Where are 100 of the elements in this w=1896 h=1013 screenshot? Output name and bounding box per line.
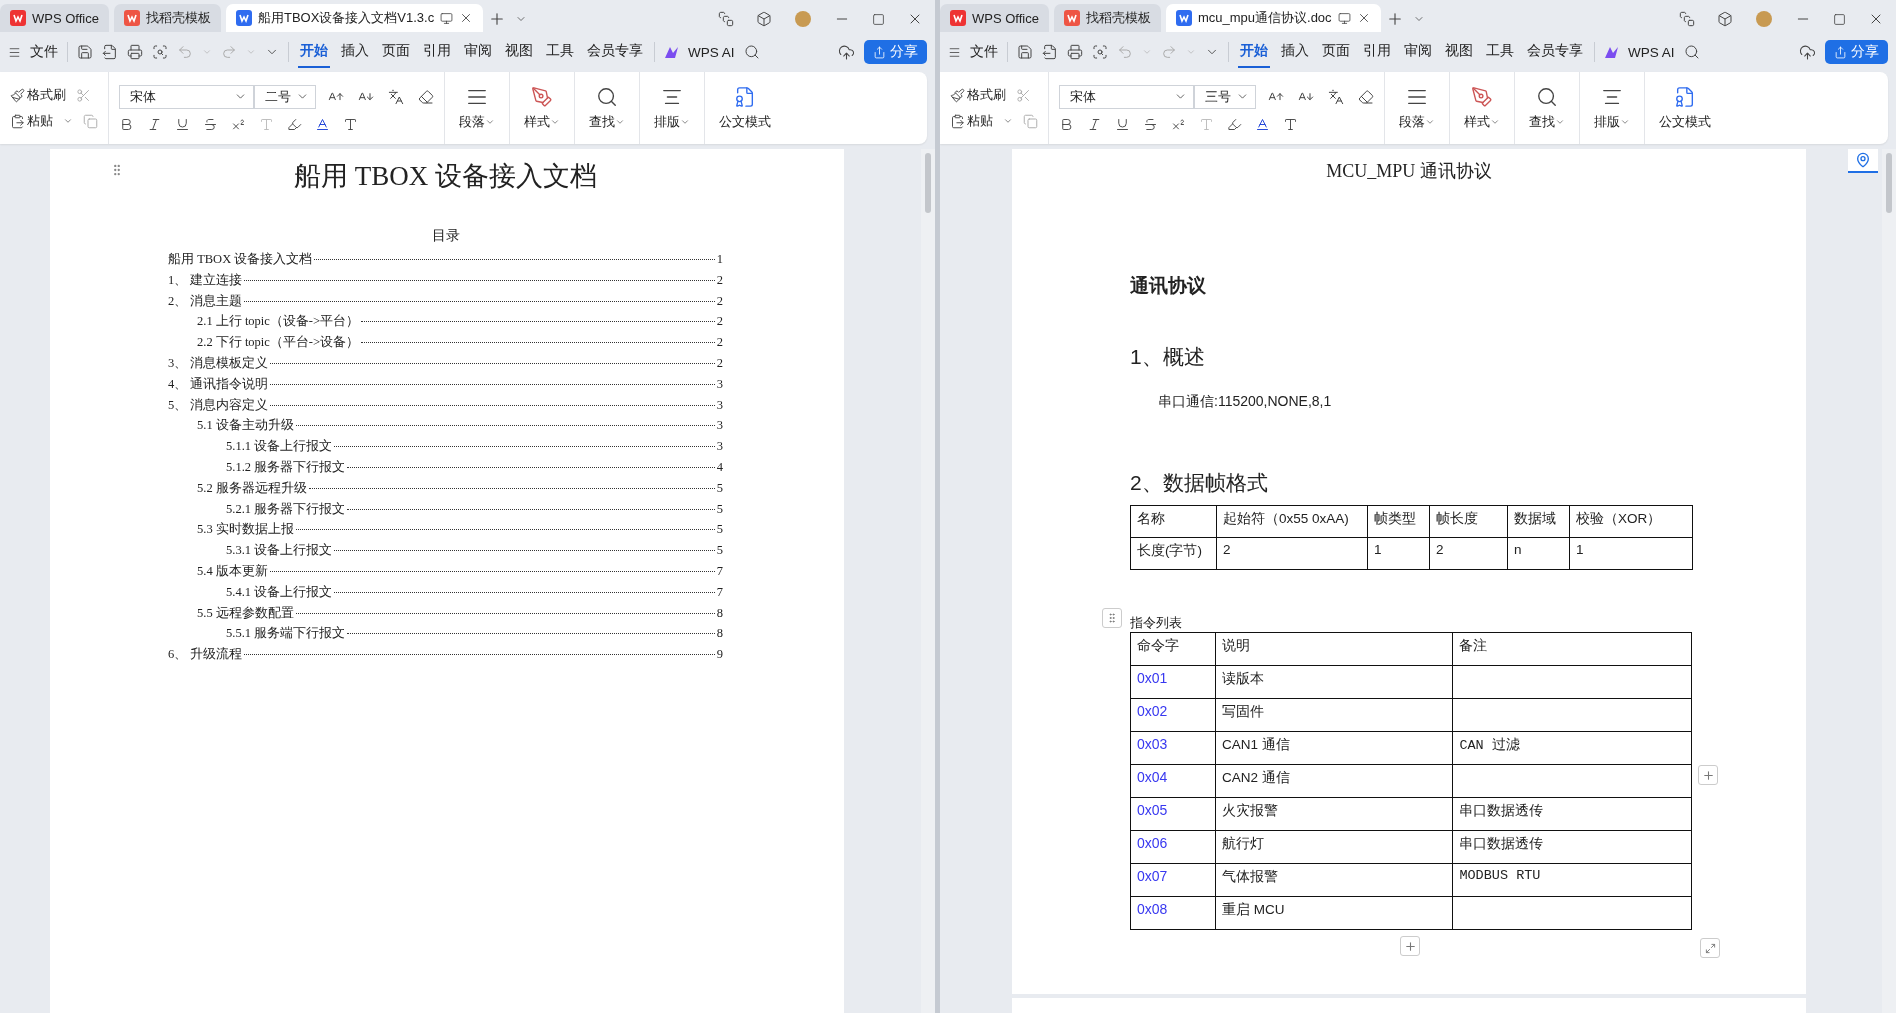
italic-icon[interactable] bbox=[1087, 116, 1102, 132]
document-tab[interactable]: WPS Office bbox=[940, 4, 1049, 32]
add-column-icon[interactable] bbox=[1698, 765, 1718, 785]
toc-entry[interactable]: 5.4.1 设备上行报文 bbox=[226, 583, 333, 601]
bold-icon[interactable] bbox=[1059, 116, 1074, 132]
font-size-select[interactable]: 二号 bbox=[254, 84, 316, 109]
eraser-icon[interactable] bbox=[1358, 88, 1374, 105]
menu-icon[interactable] bbox=[948, 45, 961, 59]
toc-entry[interactable]: 5.4 版本更新 bbox=[197, 562, 268, 580]
toc-entry[interactable]: 5.2 服务器远程升级 bbox=[197, 479, 307, 497]
add-row-icon[interactable] bbox=[1400, 936, 1420, 956]
font-select[interactable]: 宋体 bbox=[1059, 84, 1194, 109]
ribbon-tab[interactable]: 插入 bbox=[1279, 36, 1311, 68]
file-menu[interactable]: 文件 bbox=[970, 43, 998, 61]
ai-button[interactable]: WPS AI bbox=[1628, 44, 1675, 60]
font-color-icon[interactable] bbox=[315, 116, 330, 132]
toc-entry[interactable]: 船用 TBOX 设备接入文档 bbox=[168, 251, 313, 268]
paste-button[interactable]: 粘贴 bbox=[967, 112, 993, 130]
paragraph-button[interactable]: 段落 bbox=[1385, 72, 1450, 144]
toc-entry[interactable]: 5.1 设备主动升级 bbox=[197, 417, 294, 435]
superscript-icon[interactable] bbox=[1171, 116, 1186, 132]
toc-entry[interactable]: 5.5.1 服务端下行报文 bbox=[226, 625, 346, 643]
document-tab[interactable]: 找稻壳模板 bbox=[1053, 4, 1161, 32]
layout-button[interactable]: 排版 bbox=[640, 72, 705, 144]
phonetic-guide-icon[interactable] bbox=[388, 88, 404, 105]
toc-entry[interactable]: 5、 消息内容定义 bbox=[168, 396, 269, 414]
resize-icon[interactable] bbox=[1700, 938, 1720, 958]
phonetic-guide-icon[interactable] bbox=[1328, 88, 1344, 105]
find-button[interactable]: 查找 bbox=[1515, 72, 1580, 144]
format-painter-button[interactable]: 格式刷 bbox=[967, 86, 1006, 104]
ribbon-tab[interactable]: 视图 bbox=[1443, 36, 1475, 68]
cloud-upload-icon[interactable] bbox=[1799, 43, 1816, 61]
highlighter-icon[interactable] bbox=[287, 116, 302, 132]
ribbon-tab[interactable]: 开始 bbox=[298, 36, 330, 68]
font-color-icon[interactable] bbox=[1255, 116, 1270, 132]
share-button[interactable]: 分享 bbox=[1825, 40, 1888, 64]
layout-button[interactable]: 排版 bbox=[1580, 72, 1645, 144]
ribbon-tab[interactable]: 工具 bbox=[544, 36, 576, 68]
print-icon[interactable] bbox=[1067, 44, 1083, 60]
cube-icon[interactable] bbox=[1717, 11, 1733, 27]
ribbon-tab[interactable]: 开始 bbox=[1238, 36, 1270, 68]
save-icon[interactable] bbox=[77, 44, 93, 60]
highlighter-icon[interactable] bbox=[1227, 116, 1242, 132]
toc-entry[interactable]: 1、 建立连接 bbox=[168, 271, 243, 289]
search-icon[interactable] bbox=[1683, 44, 1700, 60]
save-icon[interactable] bbox=[1017, 44, 1033, 60]
toc-entry[interactable]: 5.1.2 服务器下行报文 bbox=[226, 458, 346, 476]
underline-icon[interactable] bbox=[1115, 116, 1130, 132]
ribbon-tab[interactable]: 审阅 bbox=[1402, 36, 1434, 68]
character-shading-icon[interactable] bbox=[343, 116, 358, 132]
print-preview-icon[interactable] bbox=[152, 44, 168, 60]
maximize-icon[interactable] bbox=[1833, 12, 1846, 26]
monitor-icon[interactable] bbox=[1337, 11, 1351, 25]
menu-icon[interactable] bbox=[8, 45, 21, 59]
search-icon[interactable] bbox=[743, 44, 760, 60]
ribbon-tab[interactable]: 引用 bbox=[1361, 36, 1393, 68]
ai-button[interactable]: WPS AI bbox=[688, 44, 735, 60]
bold-icon[interactable] bbox=[119, 116, 134, 132]
ai-logo-icon[interactable] bbox=[664, 45, 679, 59]
toc-entry[interactable]: 2.2 下行 topic（平台->设备） bbox=[197, 334, 360, 352]
document-tab[interactable]: WPS Office bbox=[0, 4, 109, 32]
print-preview-icon[interactable] bbox=[1092, 44, 1108, 60]
document-tab[interactable]: 船用TBOX设备接入文档V1.3.c bbox=[225, 4, 484, 32]
ribbon-tab[interactable]: 页面 bbox=[380, 36, 412, 68]
windows-icon[interactable] bbox=[718, 11, 734, 27]
find-button[interactable]: 查找 bbox=[575, 72, 640, 144]
toc-entry[interactable]: 6、 升级流程 bbox=[168, 646, 243, 664]
toc-entry[interactable]: 4、 通讯指令说明 bbox=[168, 375, 269, 393]
character-shading-icon[interactable] bbox=[1283, 116, 1298, 132]
paste-button[interactable]: 粘贴 bbox=[27, 112, 53, 130]
maximize-icon[interactable] bbox=[872, 12, 885, 26]
format-painter-button[interactable]: 格式刷 bbox=[27, 86, 66, 104]
windows-icon[interactable] bbox=[1679, 11, 1695, 27]
ribbon-tab[interactable]: 审阅 bbox=[462, 36, 494, 68]
export-icon[interactable] bbox=[102, 44, 118, 60]
document-tab[interactable]: 找稻壳模板 bbox=[113, 4, 221, 32]
toc-entry[interactable]: 5.3 实时数据上报 bbox=[197, 521, 294, 539]
paragraph-button[interactable]: 段落 bbox=[445, 72, 510, 144]
toc-entry[interactable]: 5.3.1 设备上行报文 bbox=[226, 542, 333, 560]
monitor-icon[interactable] bbox=[440, 11, 454, 25]
official-mode-button[interactable]: 公文模式 bbox=[705, 72, 785, 144]
ribbon-tab[interactable]: 会员专享 bbox=[585, 36, 645, 68]
styles-button[interactable]: 样式 bbox=[1450, 72, 1515, 144]
document-tab[interactable]: mcu_mpu通信协议.doc bbox=[1165, 4, 1381, 32]
styles-button[interactable]: 样式 bbox=[510, 72, 575, 144]
ribbon-tab[interactable]: 页面 bbox=[1320, 36, 1352, 68]
italic-icon[interactable] bbox=[147, 116, 162, 132]
paintbrush-icon[interactable] bbox=[950, 87, 965, 103]
toc-entry[interactable]: 2.1 上行 topic（设备->平台） bbox=[197, 313, 360, 331]
paintbrush-icon[interactable] bbox=[10, 87, 25, 103]
superscript-icon[interactable] bbox=[231, 116, 246, 132]
caret-icon[interactable] bbox=[1003, 116, 1013, 126]
clipboard-icon[interactable] bbox=[10, 113, 25, 129]
cloud-upload-icon[interactable] bbox=[838, 43, 855, 61]
ribbon-tab[interactable]: 工具 bbox=[1484, 36, 1516, 68]
location-pin-icon[interactable] bbox=[1848, 149, 1878, 173]
share-button[interactable]: 分享 bbox=[864, 40, 927, 64]
cube-icon[interactable] bbox=[756, 11, 772, 27]
drag-handle-icon[interactable] bbox=[1102, 608, 1122, 628]
ribbon-tab[interactable]: 会员专享 bbox=[1525, 36, 1585, 68]
